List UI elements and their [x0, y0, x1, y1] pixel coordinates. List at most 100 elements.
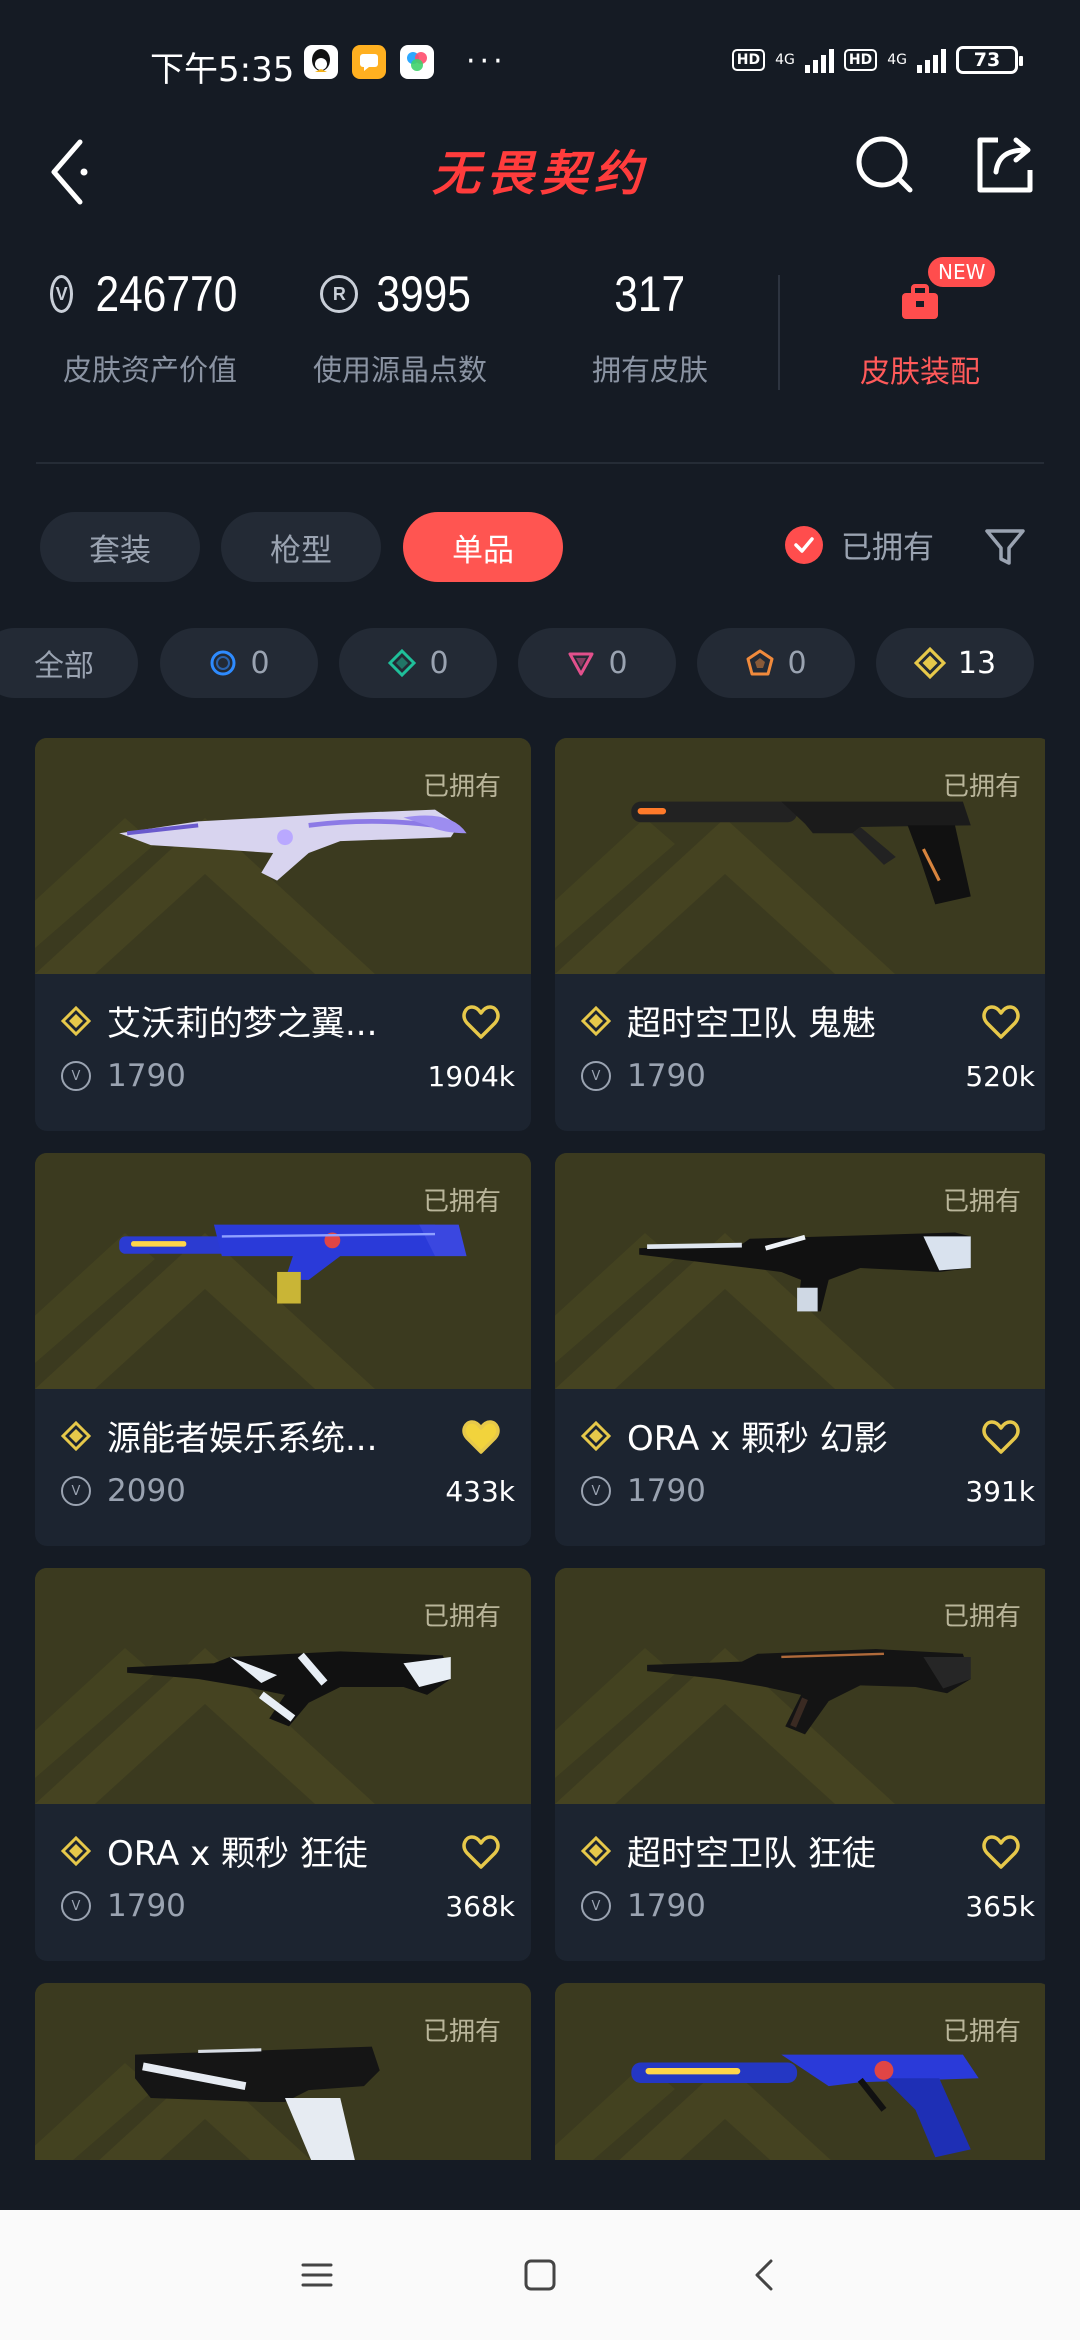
tier-exclusive[interactable]: 13	[876, 628, 1034, 698]
valorant-points-icon: V	[581, 1476, 611, 1506]
skin-name: 超时空卫队 鬼魅	[627, 1004, 876, 1044]
skin-image: 已拥有	[35, 738, 531, 974]
menu-icon	[301, 2263, 333, 2287]
skin-image: 已拥有	[35, 1568, 531, 1804]
system-nav-bar	[0, 2210, 1080, 2340]
home-button[interactable]	[510, 2245, 570, 2305]
hd-badge: HD	[731, 49, 766, 71]
tier-all-label: 全部	[34, 649, 94, 684]
filter-button[interactable]	[980, 522, 1030, 572]
skin-name-row: 超时空卫队 鬼魅	[581, 996, 876, 1045]
exclusive-tier-icon	[581, 1005, 611, 1036]
skin-image: 已拥有	[555, 738, 1045, 974]
favorite-heart-icon[interactable]	[981, 1418, 1021, 1456]
valorant-points-icon: V	[61, 1891, 91, 1921]
exclusive-tier-icon	[61, 1005, 91, 1036]
like-count: 520k	[965, 1060, 1035, 1093]
favorite-heart-icon[interactable]	[981, 1833, 1021, 1871]
skin-name-row: ORA x 颗秒 幻影	[581, 1411, 888, 1460]
network-type: 4G	[887, 52, 907, 68]
exclusive-tier-icon	[61, 1420, 91, 1451]
signal-icon	[917, 47, 946, 73]
skin-card[interactable]: 已拥有 艾沃莉的梦之翼... V 1790 1904k	[35, 738, 531, 1131]
owned-skins-value: 317	[614, 266, 686, 322]
skin-image: 已拥有	[35, 1983, 531, 2160]
select-tier-icon	[210, 650, 236, 676]
top-bar: 无畏契约	[0, 120, 1080, 220]
radianite-label: 使用源晶点数	[312, 353, 487, 387]
back-icon	[755, 2259, 773, 2291]
skin-image: 已拥有	[35, 1153, 531, 1389]
owned-tag: 已拥有	[942, 772, 1021, 802]
status-app-icons: ···	[304, 44, 507, 79]
tier-premium[interactable]: 0	[518, 628, 676, 698]
favorite-heart-icon[interactable]	[461, 1003, 501, 1041]
valorant-points-icon: V	[50, 275, 74, 313]
premium-tier-icon	[568, 652, 594, 676]
skin-card[interactable]: 已拥有 ORA x 颗秒 狂徒 V 1790 368k	[35, 1568, 531, 1961]
skin-price: 1790	[627, 1473, 706, 1509]
stats-panel: V 246770 皮肤资产价值 R 3995 使用源晶点数 317 拥有皮肤 N…	[0, 257, 1080, 425]
favorite-heart-icon[interactable]	[981, 1003, 1021, 1041]
new-badge: NEW	[928, 257, 996, 287]
tier-deluxe[interactable]: 0	[339, 628, 497, 698]
skin-price-row: V 2090	[61, 1473, 186, 1509]
tier-select[interactable]: 0	[160, 628, 318, 698]
skin-card[interactable]: 已拥有 ORA x 颗秒 幻影 V 1790 391k	[555, 1153, 1045, 1546]
favorite-heart-icon[interactable]	[461, 1418, 501, 1456]
home-icon	[524, 2259, 556, 2291]
skin-card[interactable]: 已拥有	[35, 1983, 531, 2160]
tab-single-items[interactable]: 单品	[403, 512, 563, 582]
skin-card[interactable]: 已拥有	[555, 1983, 1045, 2160]
exclusive-tier-icon	[913, 647, 946, 679]
skin-card[interactable]: 已拥有源能者娱乐系统... V 2090 433k	[35, 1153, 531, 1546]
tier-count: 0	[608, 645, 628, 681]
loadout-label: 皮肤装配	[860, 355, 980, 390]
valorant-points-icon: V	[61, 1476, 91, 1506]
signal-icon	[804, 47, 834, 73]
like-count: 368k	[445, 1890, 515, 1923]
nav-back-button[interactable]	[735, 2245, 795, 2305]
owned-skins-label: 拥有皮肤	[591, 353, 708, 387]
skin-name: 源能者娱乐系统...	[107, 1419, 378, 1459]
skin-price-row: V 1790	[61, 1888, 186, 1924]
tier-count: 0	[250, 645, 270, 681]
tier-count: 13	[957, 645, 997, 681]
skin-card[interactable]: 已拥有 超时空卫队 鬼魅 V 1790 520k	[555, 738, 1045, 1131]
tab-weapon-type[interactable]: 枪型	[221, 512, 381, 582]
asset-value: 246770	[95, 266, 238, 322]
exclusive-tier-icon	[61, 1835, 91, 1866]
radianite-value: 3995	[376, 266, 472, 322]
owned-tag: 已拥有	[422, 1187, 501, 1217]
skin-grid: 已拥有 艾沃莉的梦之翼... V 1790 1904k 已拥有 超时空卫队 鬼魅 V 1790 5…	[35, 738, 1045, 2160]
favorite-heart-icon[interactable]	[461, 1833, 501, 1871]
skin-loadout-button[interactable]: NEW 皮肤装配	[820, 257, 1020, 391]
skin-price-row: V 1790	[581, 1888, 706, 1924]
skin-name-row: 艾沃莉的梦之翼...	[61, 996, 377, 1045]
skin-name-row: 源能者娱乐系统...	[61, 1411, 377, 1460]
owned-filter-toggle[interactable]: 已拥有	[785, 522, 934, 567]
skin-price-row: V 1790	[61, 1058, 186, 1094]
photos-app-icon	[400, 44, 434, 79]
skin-image: 已拥有	[555, 1568, 1045, 1804]
skin-image: 已拥有	[555, 1983, 1045, 2160]
search-button[interactable]	[850, 130, 920, 200]
loadout-icon	[902, 284, 938, 319]
tier-all[interactable]: 全部	[0, 628, 138, 698]
skin-price-row: V 1790	[581, 1473, 706, 1509]
hd-badge: HD	[843, 49, 878, 71]
status-time: 下午5:35	[150, 50, 295, 90]
menu-button[interactable]	[287, 2245, 347, 2305]
tab-bundles[interactable]: 套装	[40, 512, 200, 582]
valorant-points-icon: V	[61, 1061, 91, 1091]
skin-name: ORA x 颗秒 狂徒	[107, 1834, 368, 1874]
skin-card[interactable]: 已拥有 超时空卫队 狂徒 V 1790 365k	[555, 1568, 1045, 1961]
deluxe-tier-icon	[388, 648, 417, 678]
like-count: 433k	[445, 1475, 515, 1508]
owned-tag: 已拥有	[942, 1602, 1021, 1632]
skin-name: 超时空卫队 狂徒	[627, 1834, 876, 1874]
tier-ultra[interactable]: 0	[697, 628, 855, 698]
owned-tag: 已拥有	[942, 1187, 1021, 1217]
asset-value-stat: V 246770 皮肤资产价值	[50, 265, 250, 389]
share-button[interactable]	[970, 130, 1040, 200]
